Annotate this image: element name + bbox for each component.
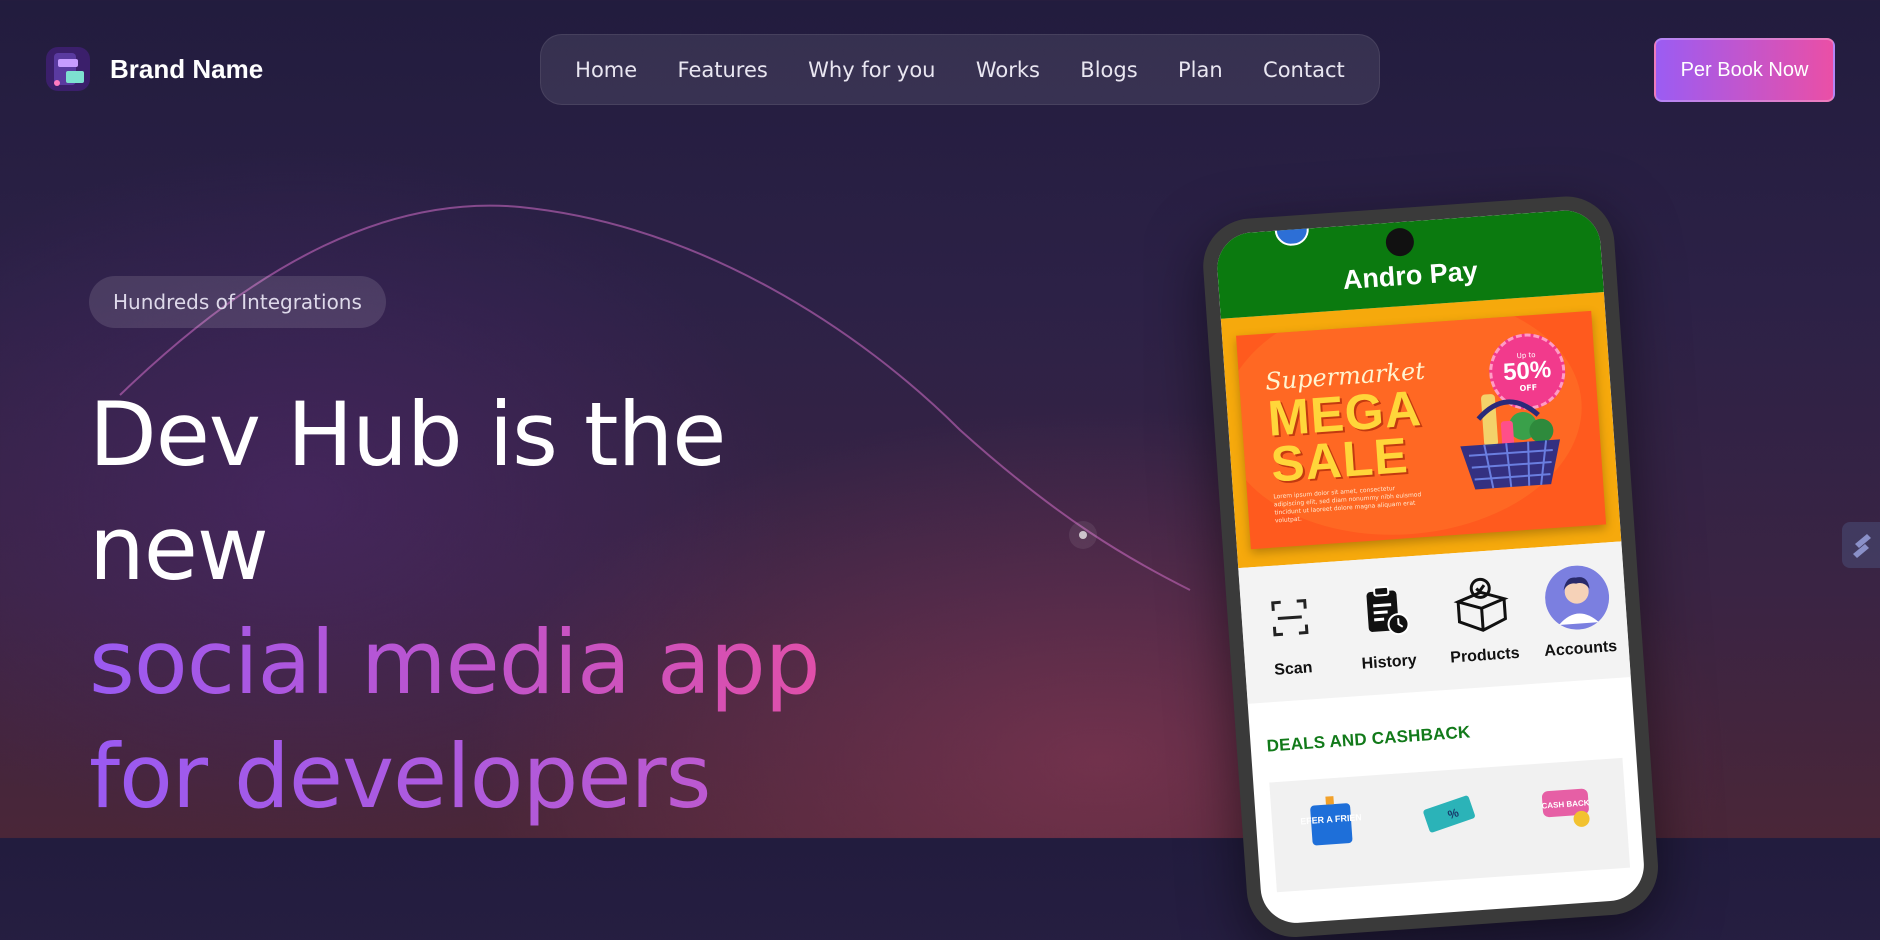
- refer-a-friend-icon[interactable]: REFER A FRIEND: [1299, 792, 1363, 850]
- main-nav: Home Features Why for you Works Blogs Pl…: [540, 34, 1380, 105]
- integrations-badge: Hundreds of Integrations: [89, 276, 386, 328]
- action-accounts[interactable]: Accounts: [1530, 562, 1626, 662]
- action-history[interactable]: History: [1338, 575, 1434, 675]
- nav-item-home[interactable]: Home: [575, 58, 637, 82]
- hero-line-1: Dev Hub is the: [89, 383, 726, 486]
- quick-actions: Scan History Products Accounts: [1238, 541, 1631, 704]
- scan-icon: [1255, 582, 1325, 652]
- brand[interactable]: Brand Name: [44, 45, 263, 93]
- banner-headline: MEGA SALE: [1266, 380, 1426, 493]
- nav-item-contact[interactable]: Contact: [1263, 58, 1345, 82]
- stack-icon: [1853, 534, 1871, 558]
- shopping-basket-icon: [1460, 394, 1561, 490]
- account-avatar-icon: [1542, 562, 1612, 632]
- brand-logo-icon: [46, 47, 90, 91]
- hero-line-3: social media app: [89, 606, 821, 720]
- nav-item-why-for-you[interactable]: Why for you: [808, 58, 935, 82]
- brand-name: Brand Name: [110, 53, 264, 84]
- history-icon: [1350, 576, 1420, 646]
- badge-value: 50%: [1502, 355, 1553, 386]
- phone-frame: Andro Pay Supermarket MEGA SALE Lorem ip…: [1200, 193, 1662, 940]
- side-widget-tab[interactable]: [1842, 522, 1880, 568]
- book-now-button[interactable]: Per Book Now: [1654, 38, 1835, 102]
- cashback-icon[interactable]: CASH BACK: [1535, 776, 1599, 834]
- nav-item-blogs[interactable]: Blogs: [1080, 58, 1137, 82]
- nav-item-plan[interactable]: Plan: [1178, 58, 1223, 82]
- banner-headline-2: SALE: [1269, 427, 1411, 493]
- hero-line-2: new: [89, 497, 269, 600]
- deals-title: DEALS AND CASHBACK: [1266, 722, 1472, 756]
- action-label: Scan: [1273, 659, 1314, 679]
- phone-screen: Andro Pay Supermarket MEGA SALE Lorem ip…: [1214, 208, 1647, 926]
- action-label: History: [1361, 651, 1418, 673]
- nav-item-features[interactable]: Features: [678, 58, 768, 82]
- promo-zone: Supermarket MEGA SALE Lorem ipsum dolor …: [1220, 291, 1622, 569]
- phone-mockup: Andro Pay Supermarket MEGA SALE Lorem ip…: [1200, 193, 1662, 940]
- deals-section: DEALS AND CASHBACK REFER A FRIEND % CASH…: [1248, 677, 1644, 893]
- deals-row: REFER A FRIEND % CASH BACK: [1269, 757, 1631, 893]
- action-label: Accounts: [1543, 637, 1618, 661]
- status-icon: [1274, 224, 1310, 247]
- hero-line-4: for developers: [89, 720, 820, 834]
- app-title: Andro Pay: [1341, 255, 1479, 296]
- action-products[interactable]: Products: [1434, 568, 1530, 668]
- action-scan[interactable]: Scan: [1243, 582, 1339, 682]
- action-label: Products: [1449, 644, 1521, 667]
- camera-notch-icon: [1384, 227, 1415, 258]
- promo-banner[interactable]: Supermarket MEGA SALE Lorem ipsum dolor …: [1236, 310, 1607, 550]
- products-box-icon: [1446, 569, 1516, 639]
- hero-headline: Dev Hub is the new social media app for …: [89, 378, 821, 834]
- discount-coupon-icon[interactable]: %: [1417, 784, 1481, 842]
- nav-item-works[interactable]: Works: [976, 58, 1040, 82]
